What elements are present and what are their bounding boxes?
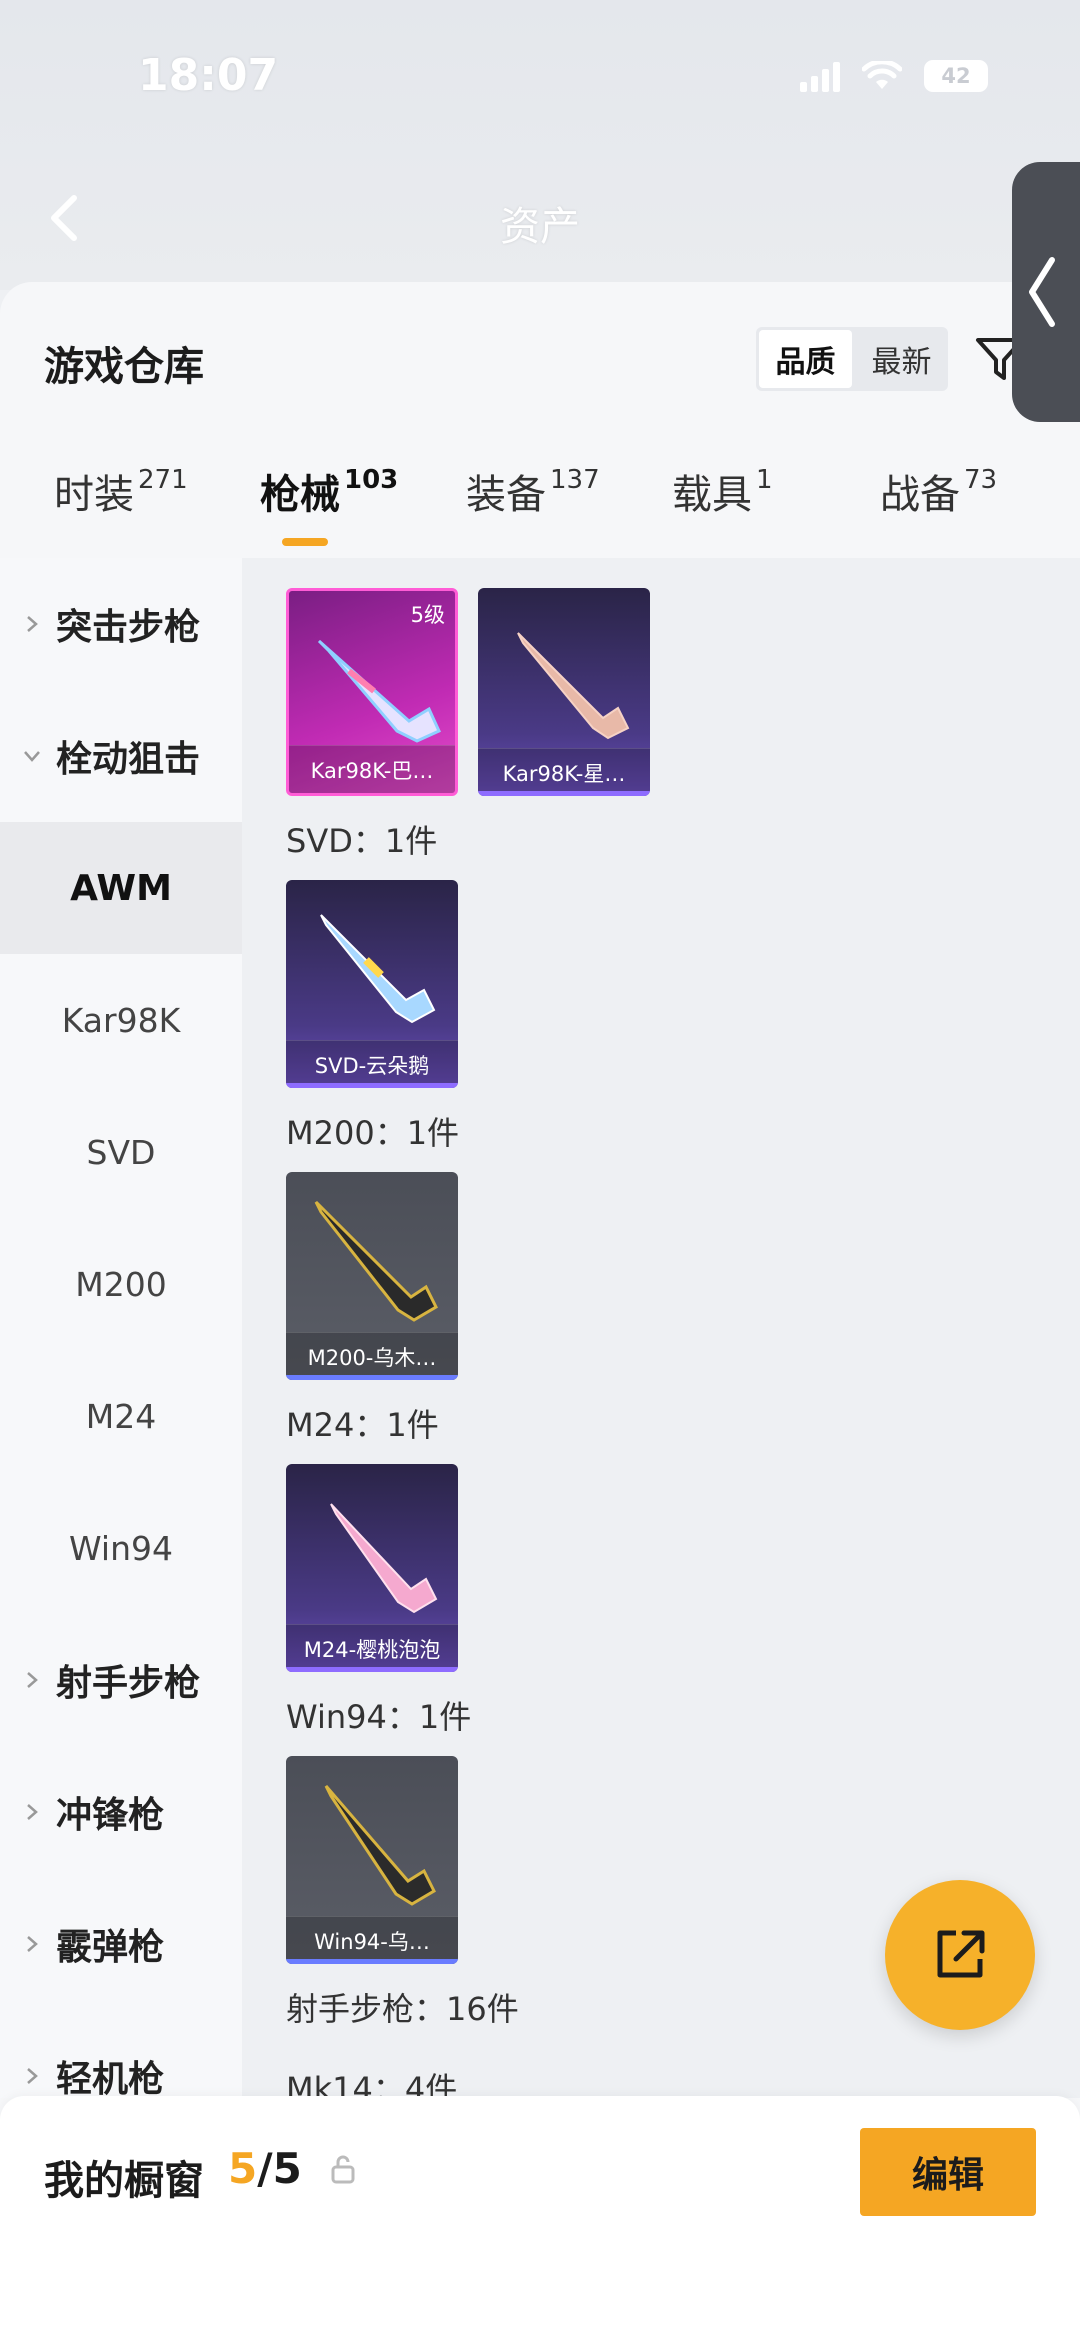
status-icons: 42 (800, 60, 988, 92)
share-fab[interactable] (885, 1880, 1035, 2030)
tab-vehicles[interactable]: 载具 1 (672, 462, 773, 520)
active-tab-indicator (282, 538, 328, 546)
group-title-m24: M24：1件 (286, 1406, 439, 1444)
tab-equipment[interactable]: 装备 137 (466, 462, 600, 520)
nav-title: 资产 (500, 204, 580, 250)
sidebar-item-svd[interactable]: SVD (0, 1086, 242, 1218)
item-card[interactable]: Kar98K-星… (478, 588, 650, 796)
showcase-count: 5/5 (228, 2144, 302, 2193)
showcase-bar: 我的橱窗 5/5 编辑 (0, 2096, 1080, 2341)
sidebar-item-shotgun[interactable]: 霰弹枪 (0, 1878, 242, 2010)
group-title-win94: Win94：1件 (286, 1698, 472, 1736)
sidebar-item-marksman-rifle[interactable]: 射手步枪 (0, 1614, 242, 1746)
tab-fashion[interactable]: 时装 271 (54, 462, 188, 520)
item-card[interactable]: Win94-乌… (286, 1756, 458, 1964)
chevron-right-icon (27, 2068, 38, 2084)
battery-icon: 42 (924, 60, 988, 92)
chevron-right-icon (27, 1672, 38, 1688)
status-bar: 18:07 42 (0, 40, 1080, 120)
status-time: 18:07 (138, 50, 279, 101)
sidebar-item-win94[interactable]: Win94 (0, 1482, 242, 1614)
category-tabs: 时装 271 枪械 103 装备 137 载具 1 战备 73 (0, 462, 1080, 560)
sidebar-item-m24[interactable]: M24 (0, 1350, 242, 1482)
showcase-label: 我的橱窗 (44, 2158, 204, 2204)
item-grid: 5级 Kar98K-巴… Kar98K-星… SVD：1件 SVD-云朵鹅 M2… (242, 558, 1080, 2098)
lock-icon (331, 2155, 355, 2184)
side-drawer-handle[interactable] (1012, 162, 1080, 422)
category-sidebar: 突击步枪 栓动狙击 AWM Kar98K SVD M200 M24 Win94 … (0, 558, 242, 2100)
chevron-right-icon (27, 1804, 38, 1820)
sidebar-item-bolt-sniper[interactable]: 栓动狙击 (0, 690, 242, 822)
tab-supplies[interactable]: 战备 73 (880, 462, 997, 520)
group-title-svd: SVD：1件 (286, 822, 438, 860)
nav-bar: 资产 (0, 170, 1080, 260)
tab-guns[interactable]: 枪械 103 (260, 462, 398, 520)
chevron-right-icon (27, 1936, 38, 1952)
chevron-down-icon (24, 751, 40, 762)
chevron-left-icon (1029, 257, 1055, 327)
sidebar-item-smg[interactable]: 冲锋枪 (0, 1746, 242, 1878)
sort-by-quality[interactable]: 品质 (759, 330, 852, 388)
sidebar-item-kar98k[interactable]: Kar98K (0, 954, 242, 1086)
edit-button[interactable]: 编辑 (860, 2128, 1036, 2216)
chevron-right-icon (27, 616, 38, 632)
wifi-icon (862, 61, 902, 91)
signal-icon (800, 60, 840, 92)
group-title-mk14: Mk14：4件 (286, 2070, 458, 2098)
sidebar-item-awm[interactable]: AWM (0, 822, 242, 954)
item-card[interactable]: 5级 Kar98K-巴… (286, 588, 458, 796)
sort-by-newest[interactable]: 最新 (855, 327, 948, 391)
external-link-icon (937, 1930, 985, 1978)
group-title-marksman: 射手步枪：16件 (286, 1990, 519, 2028)
group-title-m200: M200：1件 (286, 1114, 460, 1152)
sidebar-item-m200[interactable]: M200 (0, 1218, 242, 1350)
panel-title: 游戏仓库 (44, 344, 204, 390)
item-card[interactable]: M24-樱桃泡泡 (286, 1464, 458, 1672)
item-card[interactable]: M200-乌木… (286, 1172, 458, 1380)
item-card[interactable]: SVD-云朵鹅 (286, 880, 458, 1088)
sidebar-item-assault-rifle[interactable]: 突击步枪 (0, 558, 242, 690)
sort-toggle[interactable]: 品质 最新 (756, 327, 948, 391)
